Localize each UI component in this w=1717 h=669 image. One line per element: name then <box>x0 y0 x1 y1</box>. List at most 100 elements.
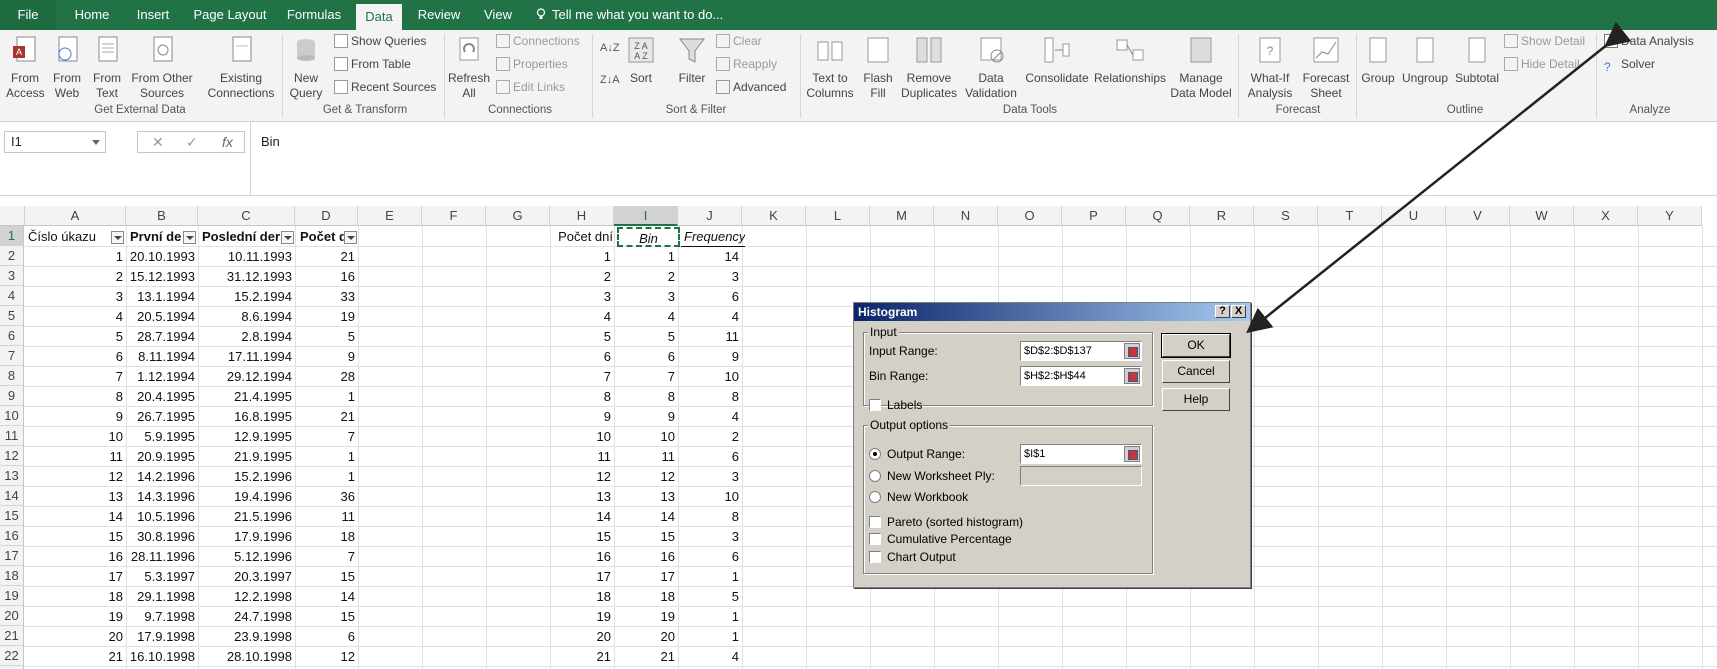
table-cell[interactable]: 16 <box>550 547 614 567</box>
column-header-r[interactable]: R <box>1190 206 1254 226</box>
column-header-o[interactable]: O <box>998 206 1062 226</box>
table-cell[interactable]: 13 <box>614 487 678 507</box>
table-cell[interactable]: 12.9.1995 <box>198 427 295 447</box>
show-queries-button[interactable]: Show Queries <box>334 32 426 50</box>
table-cell[interactable]: 31.12.1993 <box>198 267 295 287</box>
tab-file[interactable]: File <box>0 0 56 30</box>
tab-review[interactable]: Review <box>414 0 464 30</box>
formula-input[interactable]: Bin <box>250 122 1717 195</box>
table-cell[interactable]: 21 <box>295 247 358 267</box>
table-cell[interactable]: 9 <box>678 347 742 367</box>
range-selector-icon[interactable] <box>1124 446 1140 462</box>
table-cell[interactable]: 13 <box>25 487 126 507</box>
table-cell[interactable]: 4 <box>678 307 742 327</box>
column-header-v[interactable]: V <box>1446 206 1510 226</box>
row-header[interactable]: 3 <box>0 266 24 286</box>
table-cell[interactable]: 9.7.1998 <box>126 607 198 627</box>
table-cell[interactable]: 1 <box>295 387 358 407</box>
table-cell[interactable]: 18 <box>25 587 126 607</box>
table-cell[interactable]: 17 <box>614 567 678 587</box>
check-icon[interactable]: ✓ <box>186 134 198 151</box>
column-header-b[interactable]: B <box>126 206 198 226</box>
column-header-h[interactable]: H <box>550 206 614 226</box>
row-header[interactable]: 8 <box>0 366 24 386</box>
insert-function-icon[interactable]: fx <box>222 134 233 150</box>
table-cell[interactable]: 4 <box>25 307 126 327</box>
table-cell[interactable]: 2 <box>550 267 614 287</box>
table-cell[interactable]: 12 <box>25 467 126 487</box>
table-cell[interactable]: 24.7.1998 <box>198 607 295 627</box>
filter-dropdown-icon[interactable] <box>111 231 124 244</box>
column-header-c[interactable]: C <box>198 206 295 226</box>
table-cell[interactable]: 17 <box>550 567 614 587</box>
table-cell[interactable]: 28.10.1998 <box>198 647 295 667</box>
table-cell[interactable]: 3 <box>25 287 126 307</box>
tell-me-search[interactable]: Tell me what you want to do... <box>536 0 736 30</box>
table-cell[interactable]: 21 <box>550 647 614 667</box>
table-cell[interactable]: 5.12.1996 <box>198 547 295 567</box>
table-cell[interactable]: 5 <box>614 327 678 347</box>
column-header-p[interactable]: P <box>1062 206 1126 226</box>
table-cell[interactable]: 18 <box>295 527 358 547</box>
table-cell[interactable]: 7 <box>25 367 126 387</box>
table-cell[interactable]: 7 <box>550 367 614 387</box>
column-header-d[interactable]: D <box>295 206 358 226</box>
table-cell[interactable]: 1 <box>550 247 614 267</box>
header-cell-d[interactable]: Počet d <box>297 227 345 247</box>
table-cell[interactable]: 1.12.1994 <box>126 367 198 387</box>
column-header-a[interactable]: A <box>25 206 126 226</box>
row-header[interactable]: 19 <box>0 586 24 606</box>
table-cell[interactable]: 19.4.1996 <box>198 487 295 507</box>
table-cell[interactable]: 5 <box>25 327 126 347</box>
table-cell[interactable]: 14 <box>550 507 614 527</box>
sort-ascending-button[interactable]: A↓Z <box>600 38 620 56</box>
from-text-button[interactable]: From Text <box>88 34 126 101</box>
hide-detail-button[interactable]: Hide Detail <box>1504 55 1580 73</box>
table-cell[interactable]: 17.9.1996 <box>198 527 295 547</box>
tab-view[interactable]: View <box>476 0 520 30</box>
table-cell[interactable]: 10 <box>614 427 678 447</box>
table-cell[interactable]: 8 <box>678 387 742 407</box>
table-cell[interactable]: 10.11.1993 <box>198 247 295 267</box>
table-cell[interactable]: 6 <box>678 447 742 467</box>
row-header[interactable]: 7 <box>0 346 24 366</box>
row-header[interactable]: 5 <box>0 306 24 326</box>
help-question-button[interactable]: ? <box>1215 305 1230 318</box>
column-header-u[interactable]: U <box>1382 206 1446 226</box>
relationships-button[interactable]: Relationships <box>1094 34 1166 86</box>
chevron-down-icon[interactable] <box>92 140 100 145</box>
table-cell[interactable]: 20 <box>25 627 126 647</box>
labels-checkbox[interactable] <box>869 399 881 411</box>
filter-dropdown-icon[interactable] <box>183 231 196 244</box>
remove-duplicates-button[interactable]: Remove Duplicates <box>898 34 960 101</box>
table-cell[interactable]: 7 <box>295 427 358 447</box>
row-header[interactable]: 13 <box>0 466 24 486</box>
table-cell[interactable]: 6 <box>550 347 614 367</box>
from-web-button[interactable]: From Web <box>48 34 86 101</box>
solver-button[interactable]: ? Solver <box>1604 55 1655 74</box>
table-cell[interactable]: 16 <box>295 267 358 287</box>
row-header[interactable]: 4 <box>0 286 24 306</box>
cancel-button[interactable]: Cancel <box>1162 360 1230 383</box>
table-cell[interactable]: 14 <box>678 247 742 267</box>
tab-page-layout[interactable]: Page Layout <box>190 0 270 30</box>
reapply-button[interactable]: Reapply <box>716 55 777 73</box>
table-cell[interactable]: 12 <box>614 467 678 487</box>
table-cell[interactable]: 1 <box>678 607 742 627</box>
table-cell[interactable]: 21.9.1995 <box>198 447 295 467</box>
header-cell-b[interactable]: První de <box>127 227 185 247</box>
table-cell[interactable]: 1 <box>678 627 742 647</box>
refresh-all-button[interactable]: Refresh All <box>448 34 490 101</box>
table-cell[interactable]: 21 <box>295 407 358 427</box>
table-cell[interactable]: 8 <box>678 507 742 527</box>
table-cell[interactable]: 8.11.1994 <box>126 347 198 367</box>
table-cell[interactable]: 20.4.1995 <box>126 387 198 407</box>
row-header[interactable]: 12 <box>0 446 24 466</box>
table-cell[interactable]: 20.10.1993 <box>126 247 198 267</box>
column-header-q[interactable]: Q <box>1126 206 1190 226</box>
table-cell[interactable]: 28 <box>295 367 358 387</box>
table-cell[interactable]: 2.8.1994 <box>198 327 295 347</box>
table-cell[interactable]: 1 <box>25 247 126 267</box>
flash-fill-button[interactable]: Flash Fill <box>860 34 896 101</box>
pareto-checkbox[interactable] <box>869 516 881 528</box>
